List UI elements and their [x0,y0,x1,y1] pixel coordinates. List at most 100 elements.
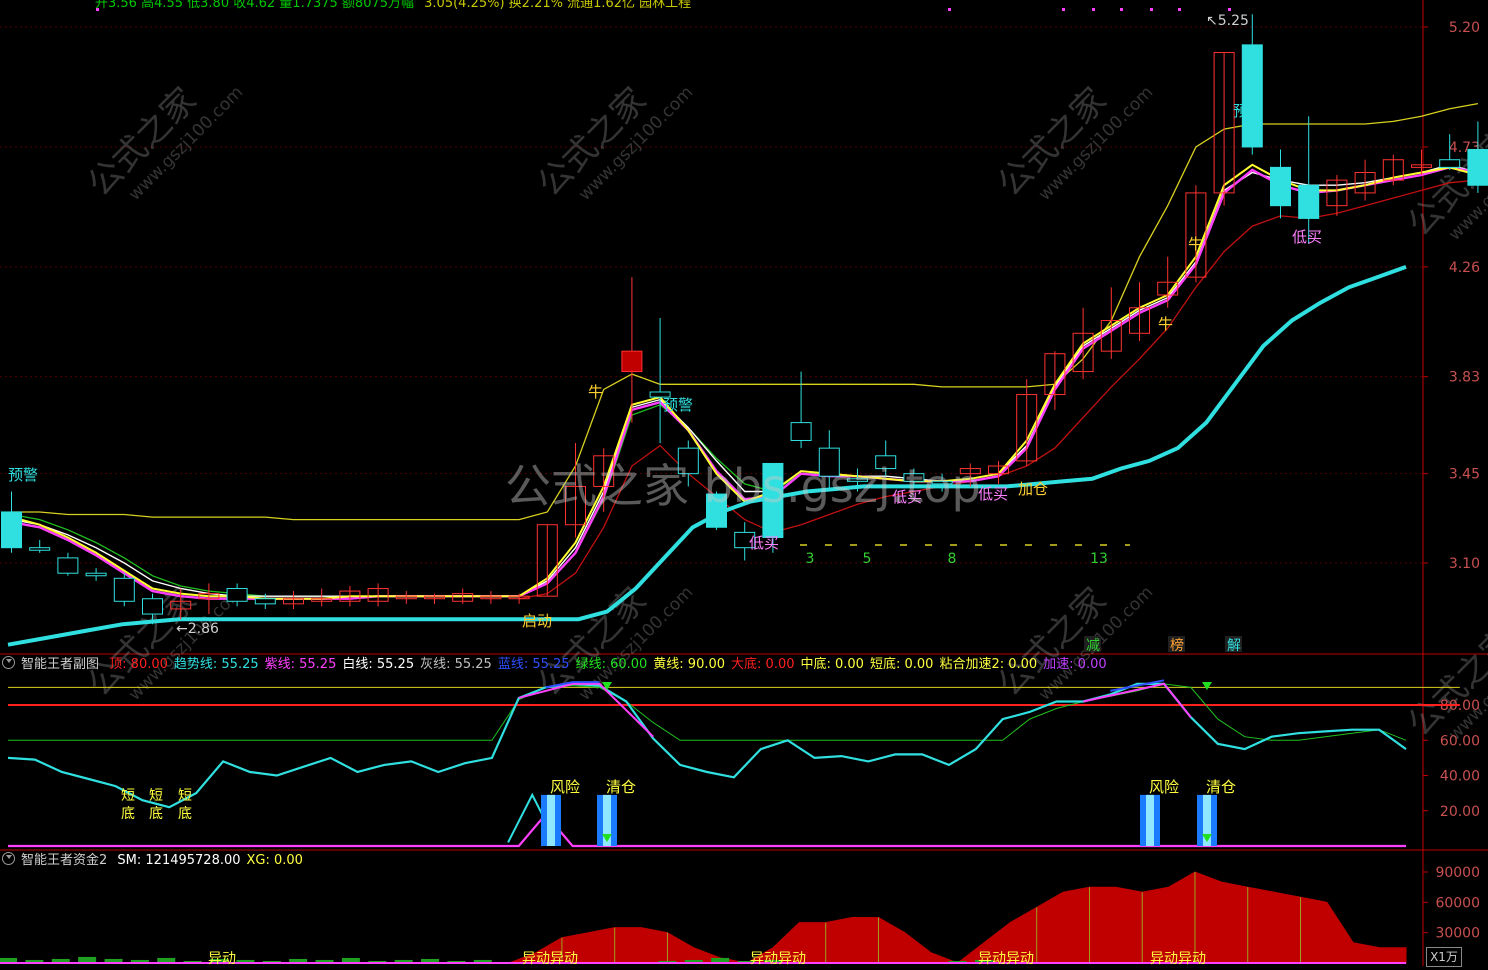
watermark-tile: 公式之家www.gszj100.com [80,80,247,205]
count-label: 3 [806,551,815,567]
indicator-value: SM: 121495728.00 [117,853,241,868]
move-label: 异动异动 [1150,951,1206,966]
candle [1467,149,1488,186]
add-position-label: 加仓 [1018,480,1048,498]
indicator-value: 加速: 0.00 [1043,657,1107,672]
candle [1439,159,1461,168]
top-dot [1228,8,1231,11]
indicator-value: 绿线: 60.00 [575,657,648,672]
signal-bar-highlight [547,794,555,846]
sub1-header: 智能王者副图 顶: 80.00 趋势线: 55.25 紫线: 55.25 白线: 55… [0,655,1119,675]
candle [706,493,727,528]
indicator-value: 紫线: 55.25 [264,657,337,672]
candle [903,473,925,482]
series-line [7,682,1407,809]
candle [29,547,51,551]
candle [762,462,784,538]
short-bottom-label: 短 [178,788,192,804]
sub1-title: 智能王者副图 [21,657,100,672]
indicator-value: 大底: 0.00 [731,657,795,672]
upper-band-line [11,102,1479,521]
candle [1298,184,1320,219]
low-price-label: ←2.86 [176,621,219,637]
sub2-title: 智能王者资金2 [21,853,108,868]
collapse-icon[interactable] [2,852,15,865]
y-tick-label: 90000 [1435,865,1480,881]
y-tick-label: 20.00 [1440,804,1480,820]
low-buy-label: 低买 [1292,228,1322,246]
signal-label: 清仓 [606,778,636,796]
count-label: 13 [1090,551,1108,567]
low-buy-label: 低买 [749,534,779,552]
series-line [8,812,1406,848]
count-label: 5 [863,551,872,567]
low-buy-label: 低买 [892,488,922,506]
y-tick-label: 60.00 [1440,733,1480,749]
candle [931,480,953,485]
top-dot [1150,8,1153,11]
candle [790,422,812,441]
short-bottom-label: 底 [178,806,192,822]
top-dot [1092,8,1095,11]
indicator-value: 粘合加速2: 0.00 [939,657,1038,672]
candle [1270,166,1291,207]
watermark-tile: 公式之家www.gszj100.com [530,80,697,205]
candle [818,447,840,477]
candle [875,455,897,470]
short-bottom-label: 底 [149,806,163,822]
candle [847,478,868,482]
top-dot [948,8,951,11]
signal-label: 风险 [550,778,580,796]
y-tick-label: 3.83 [1449,370,1480,386]
candle [1,511,22,549]
high-price-label: ↖5.25 [1206,13,1249,29]
watermark-tile: 公式之家www.gszj100.com [80,580,247,705]
y-tick-label: 30000 [1435,926,1480,942]
chart-canvas: 5.204.734.263.833.453.10公式之家www.gszj100.… [0,0,1488,967]
support-red-line [518,179,1478,600]
top-dot [1120,8,1123,11]
candle [226,588,248,602]
move-label: 异动异动 [522,951,578,966]
signal-bar-highlight [1146,794,1154,846]
fund-area [8,871,1407,964]
candle [142,598,163,615]
low-buy-label: 低买 [978,485,1008,503]
move-label: 异动异动 [750,951,806,966]
indicator-value: 顶: 80.00 [109,657,168,672]
unit-badge[interactable]: X1万 [1426,947,1462,967]
main-header-row: 开3.56 高4.55 低3.80 收4.62 量1.7375 额8075万幅 … [95,0,697,14]
indicator-value: 白线: 55.25 [342,657,415,672]
down-arrow-icon [1202,682,1212,690]
indicator-value: 中底: 0.00 [800,657,864,672]
watermark-tile: 公式之家www.gszj100.com [990,80,1157,205]
sub2-values: SM: 121495728.00 XG: 0.00 [117,853,309,868]
warn-label: 预警 [1233,102,1263,120]
candle [57,557,79,574]
collapse-icon[interactable] [2,656,15,669]
top-dot [1178,8,1181,11]
candle [254,598,276,605]
candle [113,577,135,602]
move-label: 异动异动 [978,951,1034,966]
y-tick-label: 5.20 [1449,20,1480,36]
warn-label: 预警 [8,466,38,484]
y-tick-label: 40.00 [1440,769,1480,785]
bull-label: 牛 [1188,235,1203,253]
short-bottom-label: 底 [121,806,135,822]
short-bottom-label: 短 [121,788,135,804]
series-line [8,683,1407,741]
y-tick-label: 4.26 [1449,260,1480,276]
candle [677,447,699,475]
indicator-value: XG: 0.00 [246,853,303,868]
signal-label: 清仓 [1206,778,1236,796]
bull-label: 牛 [588,383,603,401]
start-label: 启动 [522,612,552,630]
candle [621,350,643,373]
header-fragment-2: 3.05(4.25%) 换2.21% 流通1.62亿 园林工程 [424,0,692,11]
candle [1241,44,1263,148]
watermark-tile: 公式之家www.gszj100.com [990,580,1157,705]
y-tick-label: 3.10 [1449,556,1480,572]
indicator-value: 趋势线: 55.25 [173,657,259,672]
header-fragment-1: 开3.56 高4.55 低3.80 收4.62 量1.7375 额8075万幅 [95,0,415,11]
